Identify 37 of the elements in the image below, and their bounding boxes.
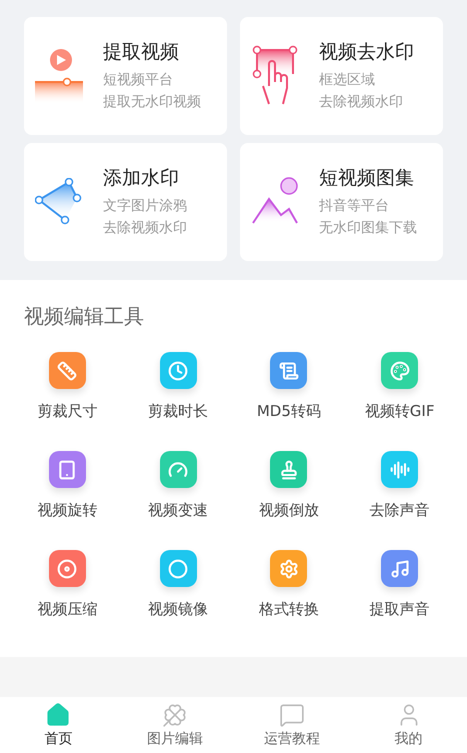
feature-card[interactable]: 短视频图集 抖音等平台 无水印图集下载 [240, 143, 443, 261]
clover-icon [162, 702, 188, 728]
feature-title: 短视频图集 [319, 166, 415, 191]
feature-title: 添加水印 [103, 166, 180, 191]
feature-title: 视频去水印 [319, 40, 414, 65]
tool-button[interactable]: 视频压缩 [12, 550, 123, 619]
feature-description: 抖音等平台 [319, 197, 390, 216]
tool-button[interactable]: 视频转GIF [344, 352, 455, 421]
feature-card[interactable]: 视频去水印 框选区域 去除视频水印 [240, 17, 443, 135]
chat-icon [278, 702, 305, 728]
tab[interactable]: 我的 [350, 697, 467, 753]
shape-nodes-icon [35, 178, 83, 226]
feature-description: 去除视频水印 [319, 93, 404, 112]
feature-description: 框选区域 [319, 71, 376, 90]
tool-button[interactable]: 提取声音 [344, 550, 455, 619]
feature-description: 无水印图集下载 [319, 219, 417, 238]
tool-button[interactable]: MD5转码 [234, 352, 344, 421]
feature-title: 提取视频 [103, 40, 180, 65]
tool-button[interactable]: 剪裁尺寸 [12, 352, 123, 421]
section-title: 视频编辑工具 [24, 303, 145, 330]
feature-card[interactable]: 添加水印 文字图片涂鸦 去除视频水印 [24, 143, 227, 261]
feature-card[interactable]: 提取视频 短视频平台 提取无水印视频 [24, 17, 227, 135]
tab[interactable]: 首页 [0, 697, 117, 753]
tool-button[interactable]: 去除声音 [344, 451, 455, 520]
tab[interactable]: 运营教程 [234, 697, 350, 753]
feature-description: 提取无水印视频 [103, 93, 201, 112]
feature-description: 文字图片涂鸦 [103, 197, 187, 216]
tool-button[interactable]: 格式转换 [234, 550, 344, 619]
tab[interactable]: 图片编辑 [116, 697, 234, 753]
tool-button[interactable]: 剪裁时长 [122, 352, 234, 421]
tool-button[interactable]: 视频倒放 [234, 451, 344, 520]
tool-button[interactable]: 视频镜像 [122, 550, 234, 619]
feature-description: 短视频平台 [103, 71, 174, 90]
tool-button[interactable]: 视频旋转 [12, 451, 123, 520]
tool-button[interactable]: 视频变速 [122, 451, 234, 520]
feature-description: 去除视频水印 [103, 219, 187, 238]
home-icon [45, 702, 72, 728]
